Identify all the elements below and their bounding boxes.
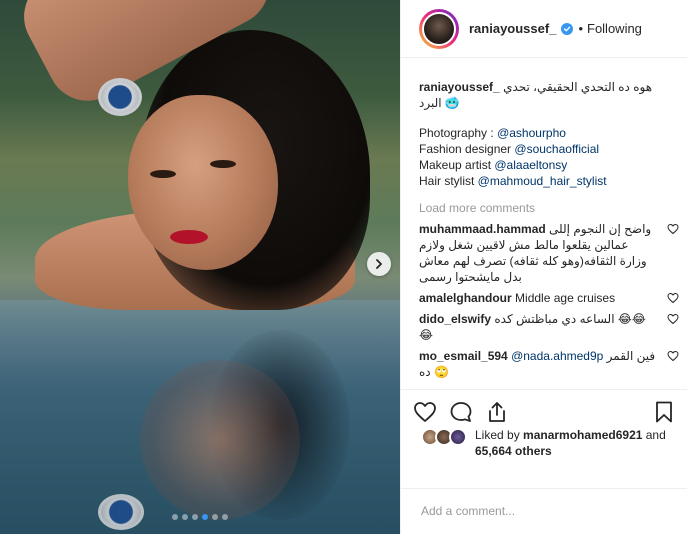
comments-section: raniayoussef_ هوه ده التحدي الحقيقي، تحد… xyxy=(401,59,687,389)
avatar-story-ring[interactable] xyxy=(419,8,459,49)
carousel-dot xyxy=(192,514,198,520)
comment-username[interactable]: dido_elswify xyxy=(419,312,491,326)
credit-label: Hair stylist xyxy=(419,174,478,188)
comment-username[interactable]: amalelghandour xyxy=(419,291,512,305)
comment-username[interactable]: muhammaad.hammad xyxy=(419,222,546,236)
comment-username[interactable]: mo_esmail_594 xyxy=(419,349,508,363)
comment-like-icon[interactable] xyxy=(667,223,679,235)
photo-watch xyxy=(98,78,142,116)
carousel-dot xyxy=(172,514,178,520)
share-icon[interactable] xyxy=(485,400,509,424)
carousel-next-button[interactable] xyxy=(367,252,391,276)
comment-mention[interactable]: @nada.ahmed9p xyxy=(511,349,603,363)
post-caption: raniayoussef_ هوه ده التحدي الحقيقي، تحد… xyxy=(419,79,670,111)
photo-face xyxy=(128,95,278,270)
likes-prefix: Liked by xyxy=(475,428,524,442)
credit-line: Makeup artist @alaaeltonsy xyxy=(419,157,670,173)
photo-reflection-watch xyxy=(98,494,144,530)
liker-avatars[interactable] xyxy=(421,428,469,446)
credit-mention[interactable]: @ashourpho xyxy=(497,126,566,140)
credit-mention[interactable]: @alaaeltonsy xyxy=(494,158,567,172)
comment-item: amalelghandour Middle age cruises xyxy=(419,290,679,306)
comment-icon[interactable] xyxy=(449,400,473,424)
credits-list: Photography : @ashourpho Fashion designe… xyxy=(419,125,670,189)
load-more-comments-link[interactable]: Load more comments xyxy=(419,200,670,216)
following-button[interactable]: Following xyxy=(587,21,642,36)
credit-label: Photography : xyxy=(419,126,498,140)
credit-mention[interactable]: @mahmoud_hair_stylist xyxy=(478,174,607,188)
likes-text: Liked by manarmohamed6921 and 65,664 oth… xyxy=(475,427,666,459)
credit-label: Makeup artist xyxy=(419,158,495,172)
add-comment-input[interactable]: Add a comment... xyxy=(401,488,687,534)
chevron-right-icon xyxy=(376,259,382,269)
photo-eye-left xyxy=(150,170,176,178)
credit-line: Fashion designer @souchaofficial xyxy=(419,141,670,157)
likes-summary: Liked by manarmohamed6921 and 65,664 oth… xyxy=(421,427,683,459)
post-header: raniayoussef_ • Following xyxy=(401,0,687,58)
header-username[interactable]: raniayoussef_ xyxy=(469,21,556,36)
carousel-dot xyxy=(222,514,228,520)
heart-icon[interactable] xyxy=(413,400,437,424)
comment-item: dido_elswify الساعه دي مباظتش كده 😂😂😂 xyxy=(419,311,679,343)
post-photo[interactable] xyxy=(0,0,400,534)
credit-line: Photography : @ashourpho xyxy=(419,125,670,141)
comment-item: muhammaad.hammad واضح إن النجوم إللى عما… xyxy=(419,221,679,285)
caption-username[interactable]: raniayoussef_ xyxy=(419,80,500,94)
carousel-dot xyxy=(182,514,188,520)
post-side-panel: raniayoussef_ • Following raniayoussef_ … xyxy=(400,0,687,534)
likes-username[interactable]: manarmohamed6921 xyxy=(523,428,642,442)
comment-text: Middle age cruises xyxy=(515,291,616,305)
credit-label: Fashion designer xyxy=(419,142,515,156)
credit-line: Hair stylist @mahmoud_hair_stylist xyxy=(419,173,670,189)
carousel-dot xyxy=(202,514,208,520)
liker-avatar xyxy=(449,428,467,446)
header-separator: • xyxy=(578,21,583,36)
comment-like-icon[interactable] xyxy=(667,292,679,304)
credit-mention[interactable]: @souchaofficial xyxy=(514,142,599,156)
verified-badge-icon xyxy=(561,22,574,35)
comment-item: mo_esmail_594 @nada.ahmed9p فين القمر ده… xyxy=(419,348,679,380)
bookmark-icon[interactable] xyxy=(652,400,676,424)
likes-others-count[interactable]: 65,664 others xyxy=(475,444,552,458)
comment-like-icon[interactable] xyxy=(667,313,679,325)
comment-like-icon[interactable] xyxy=(667,350,679,362)
avatar[interactable] xyxy=(422,11,456,46)
photo-lips xyxy=(170,230,208,244)
photo-reflection-face xyxy=(140,360,300,520)
carousel-indicator xyxy=(0,514,400,520)
carousel-dot xyxy=(212,514,218,520)
photo-eye-right xyxy=(210,160,236,168)
likes-and: and xyxy=(642,428,666,442)
